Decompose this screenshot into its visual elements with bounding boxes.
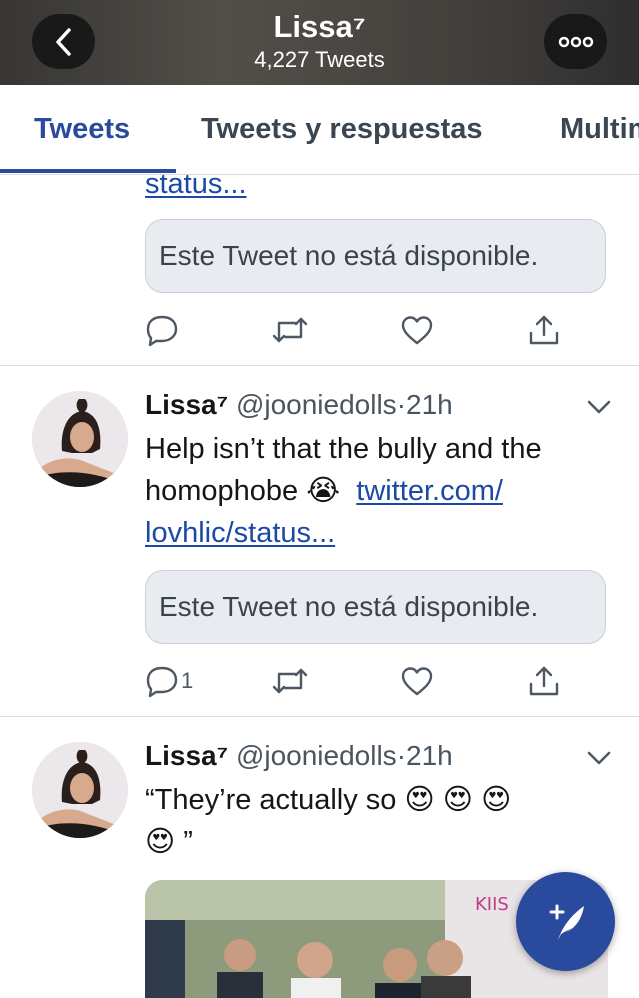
dot-separator: ·: [396, 389, 407, 420]
svg-text:KIIS: KIIS: [475, 894, 509, 915]
tweet-text: Help isn’t that the bully and the homoph…: [145, 428, 615, 554]
more-options-button[interactable]: [544, 14, 607, 69]
tweet-feed[interactable]: status... Este Tweet no está disponible.: [0, 175, 639, 998]
retweet-icon: [272, 668, 308, 694]
profile-photo: [32, 391, 128, 487]
compose-tweet-button[interactable]: [516, 872, 615, 971]
like-icon: [401, 316, 433, 345]
like-icon: [401, 667, 433, 696]
avatar[interactable]: [32, 391, 128, 487]
profile-header: Lissa⁷ 4,227 Tweets: [0, 0, 639, 85]
compose-tweet-icon: [549, 904, 584, 940]
share-button[interactable]: [527, 663, 561, 699]
timestamp: 21h: [406, 740, 453, 771]
chevron-down-icon[interactable]: [586, 398, 612, 416]
display-name[interactable]: Lissa⁷: [145, 740, 228, 771]
active-tab-indicator: [0, 169, 176, 173]
profile-tabs: Tweets Tweets y respuestas Multimedia: [0, 85, 639, 175]
tweet-divider: [0, 365, 639, 366]
dot-separator: ·: [396, 740, 407, 771]
tweet-text-line: “They’re actually so 😍 😍 😍: [145, 784, 512, 816]
tweet-link[interactable]: status...: [145, 175, 247, 200]
tweet-count: 4,227 Tweets: [254, 47, 385, 72]
share-icon: [529, 315, 559, 345]
more-icon: [558, 36, 593, 47]
username[interactable]: @jooniedolls: [236, 389, 397, 420]
tab-tweets[interactable]: Tweets: [34, 111, 130, 147]
retweet-button[interactable]: [271, 663, 309, 699]
reply-count: 1: [181, 668, 194, 693]
reply-icon: [146, 315, 178, 347]
tab-tweets-and-replies[interactable]: Tweets y respuestas: [201, 111, 483, 147]
tweet-header: Lissa⁷ @jooniedolls·21h: [145, 739, 453, 773]
tweet-actions: 1: [145, 663, 565, 703]
username[interactable]: @jooniedolls: [236, 740, 397, 771]
reply-icon: [146, 666, 178, 698]
tweet-text: “They’re actually so 😍 😍 😍 😍 ”: [145, 779, 615, 863]
quoted-tweet-unavailable[interactable]: Este Tweet no está disponible.: [145, 570, 606, 644]
tweet-text-line: Help isn’t that the bully and the: [145, 433, 542, 465]
share-button[interactable]: [527, 312, 561, 348]
display-name[interactable]: Lissa⁷: [145, 389, 228, 420]
tweet-link-continued[interactable]: lovhlic/status...: [145, 517, 335, 549]
tweet-actions: [145, 312, 565, 352]
retweet-icon: [272, 317, 308, 343]
tab-media[interactable]: Multimedia: [560, 111, 639, 147]
like-button[interactable]: [400, 312, 434, 348]
like-button[interactable]: [400, 663, 434, 699]
profile-photo: [32, 742, 128, 838]
retweet-button[interactable]: [271, 312, 309, 348]
tweet-link[interactable]: twitter.com/: [356, 475, 503, 507]
tweet-text-line: 😍 ”: [145, 826, 193, 858]
tweet-divider: [0, 716, 639, 717]
quoted-tweet-unavailable[interactable]: Este Tweet no está disponible.: [145, 219, 606, 293]
reply-button[interactable]: 1: [145, 663, 193, 699]
tweet-header: Lissa⁷ @jooniedolls·21h: [145, 388, 453, 422]
chevron-down-icon[interactable]: [586, 749, 612, 767]
timestamp: 21h: [406, 389, 453, 420]
share-icon: [529, 666, 559, 696]
avatar[interactable]: [32, 742, 128, 838]
tweet-text-line: homophobe 😭: [145, 475, 341, 507]
reply-button[interactable]: [145, 312, 179, 348]
